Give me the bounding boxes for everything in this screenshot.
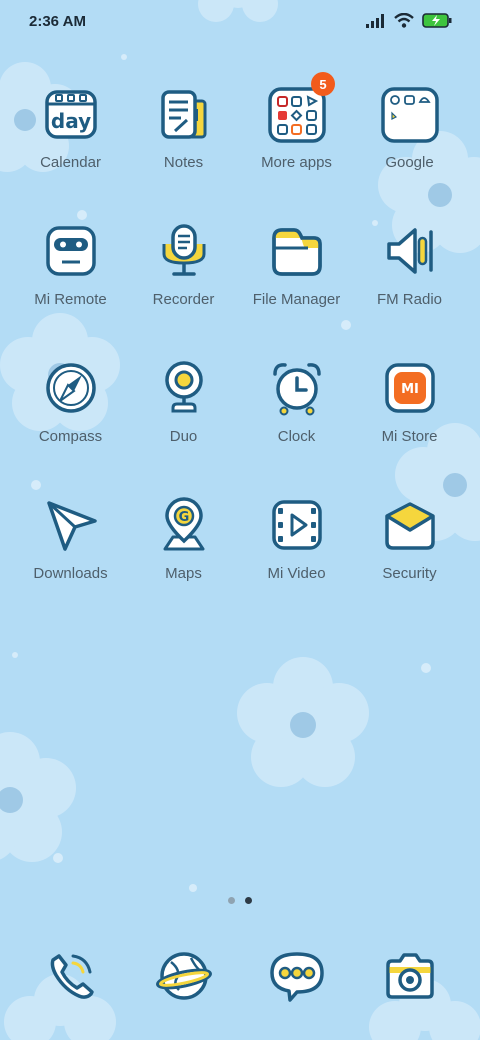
app-grid: day Calendar Notes 5 More apps Google Mi… bbox=[14, 72, 466, 630]
dock-camera[interactable] bbox=[353, 944, 466, 1008]
app-label: Mi Remote bbox=[34, 291, 107, 308]
webcam-icon bbox=[152, 356, 216, 420]
notification-badge: 5 bbox=[311, 72, 335, 96]
app-downloads[interactable]: Downloads bbox=[14, 493, 127, 630]
video-player-icon bbox=[265, 493, 329, 557]
app-recorder[interactable]: Recorder bbox=[127, 219, 240, 356]
app-calendar[interactable]: day Calendar bbox=[14, 82, 127, 219]
mi-logo-text: MI bbox=[401, 382, 419, 397]
folder-icon bbox=[265, 219, 329, 283]
app-label: Clock bbox=[277, 428, 316, 445]
dock bbox=[14, 944, 466, 1008]
folder-icon bbox=[378, 82, 442, 146]
app-clock[interactable]: Clock bbox=[240, 356, 353, 493]
speaker-icon bbox=[378, 219, 442, 283]
status-time: 2:36 AM bbox=[29, 13, 86, 30]
app-compass[interactable]: Compass bbox=[14, 356, 127, 493]
remote-icon bbox=[39, 219, 103, 283]
app-label: Security bbox=[382, 565, 437, 582]
app-maps[interactable]: G Maps bbox=[127, 493, 240, 630]
app-label: Notes bbox=[163, 154, 204, 171]
app-label: File Manager bbox=[252, 291, 341, 308]
app-label: Downloads bbox=[33, 565, 108, 582]
phone-icon bbox=[39, 944, 103, 1008]
microphone-icon bbox=[152, 219, 216, 283]
app-security[interactable]: Security bbox=[353, 493, 466, 630]
app-label: More apps bbox=[261, 154, 332, 171]
wifi-icon bbox=[394, 13, 414, 28]
folder-more-apps[interactable]: 5 More apps bbox=[240, 72, 353, 219]
map-pin-icon: G bbox=[152, 493, 216, 557]
app-file-manager[interactable]: File Manager bbox=[240, 219, 353, 356]
calendar-icon: day bbox=[39, 82, 103, 146]
mi-store-icon: MI bbox=[378, 356, 442, 420]
status-icons bbox=[366, 13, 452, 28]
app-label: Calendar bbox=[40, 154, 101, 171]
compass-icon bbox=[39, 356, 103, 420]
signal-icon bbox=[366, 13, 384, 28]
app-label: Google bbox=[385, 154, 434, 171]
security-shield-icon bbox=[378, 493, 442, 557]
battery-charging-icon bbox=[422, 13, 452, 28]
app-label: Mi Store bbox=[381, 428, 438, 445]
page-dot-active[interactable] bbox=[245, 897, 252, 904]
app-mi-store[interactable]: MI Mi Store bbox=[353, 356, 466, 493]
app-notes[interactable]: Notes bbox=[127, 82, 240, 219]
notes-icon bbox=[152, 82, 216, 146]
dock-browser[interactable] bbox=[127, 944, 240, 1008]
messages-icon bbox=[265, 944, 329, 1008]
alarm-clock-icon bbox=[265, 356, 329, 420]
status-bar: 2:36 AM bbox=[0, 0, 480, 44]
dock-messages[interactable] bbox=[240, 944, 353, 1008]
app-label: Duo bbox=[169, 428, 198, 445]
maps-icon-text: G bbox=[178, 510, 189, 525]
app-label: Maps bbox=[165, 565, 202, 582]
app-label: Mi Video bbox=[267, 565, 326, 582]
browser-globe-icon bbox=[152, 944, 216, 1008]
app-duo[interactable]: Duo bbox=[127, 356, 240, 493]
camera-icon bbox=[378, 944, 442, 1008]
app-label: Recorder bbox=[152, 291, 215, 308]
page-indicator bbox=[0, 897, 480, 904]
app-mi-video[interactable]: Mi Video bbox=[240, 493, 353, 630]
calendar-icon-text: day bbox=[50, 109, 90, 133]
dock-phone[interactable] bbox=[14, 944, 127, 1008]
app-label: FM Radio bbox=[376, 291, 443, 308]
paper-plane-icon bbox=[39, 493, 103, 557]
app-fm-radio[interactable]: FM Radio bbox=[353, 219, 466, 356]
app-label: Compass bbox=[38, 428, 103, 445]
app-mi-remote[interactable]: Mi Remote bbox=[14, 219, 127, 356]
folder-google[interactable]: Google bbox=[353, 82, 466, 219]
page-dot[interactable] bbox=[228, 897, 235, 904]
